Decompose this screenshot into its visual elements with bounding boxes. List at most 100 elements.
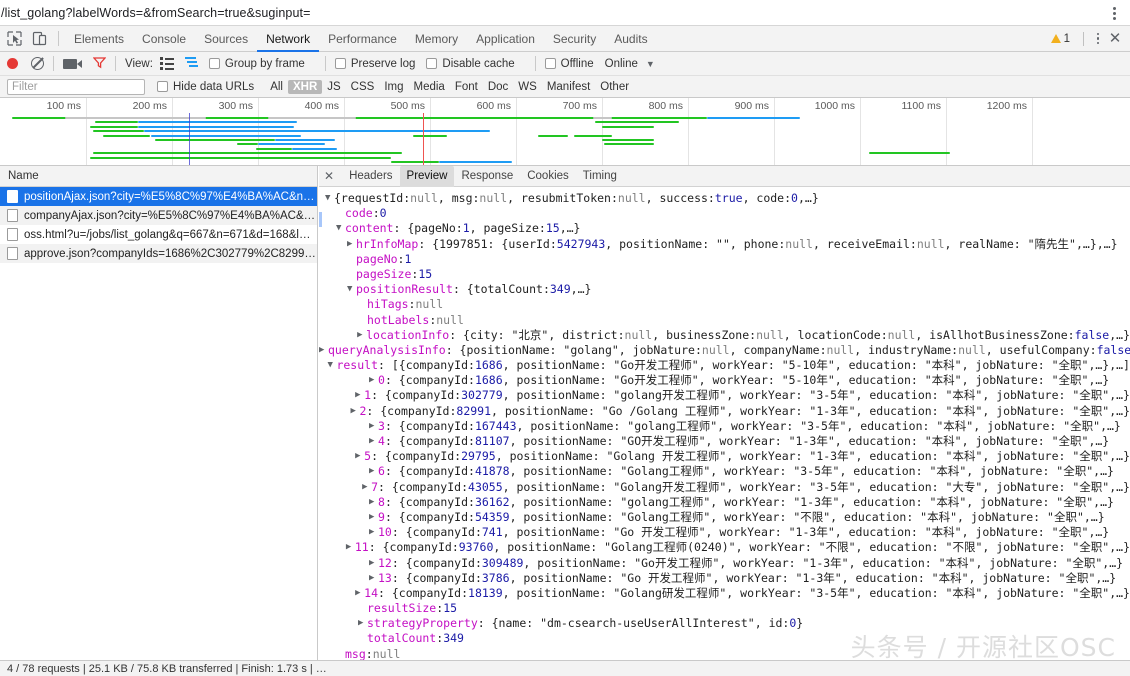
filter-type-media[interactable]: Media [409, 80, 450, 94]
json-line[interactable]: ▶ 0: {companyId: 1686, positionName: "Go开… [319, 373, 1130, 388]
tab-audits[interactable]: Audits [605, 26, 656, 52]
filter-type-img[interactable]: Img [379, 80, 408, 94]
filter-type-ws[interactable]: WS [513, 80, 542, 94]
url-text[interactable]: /list_golang?labelWords=&fromSearch=true… [0, 6, 310, 20]
json-line[interactable]: hiTags: null [319, 297, 1130, 312]
json-line[interactable]: ▶ hrInfoMap: {1997851: {userId: 5427943, … [319, 237, 1130, 252]
filter-type-doc[interactable]: Doc [483, 80, 513, 94]
json-line[interactable]: pageNo: 1 [319, 252, 1130, 267]
disclosure-triangle-icon[interactable]: ▶ [369, 571, 378, 586]
json-preview-viewer[interactable]: ▼ {requestId: null, msg: null, resubmitTo… [319, 187, 1130, 660]
kebab-menu-icon[interactable] [1106, 4, 1122, 22]
json-line[interactable]: ▶ queryAnalysisInfo: {positionName: "gola… [319, 343, 1130, 358]
disclosure-triangle-icon[interactable]: ▶ [355, 586, 364, 601]
hide-data-urls-checkbox[interactable]: Hide data URLs [157, 81, 265, 93]
tab-elements[interactable]: Elements [65, 26, 133, 52]
network-overview[interactable]: 100 ms 200 ms 300 ms 400 ms 500 ms 600 ms 700 … [0, 98, 1130, 166]
json-line[interactable]: ▶ 4: {companyId: 81107, positionName: "GO… [319, 434, 1130, 449]
json-line[interactable]: ▶ 12: {companyId: 309489, positionName: "… [319, 556, 1130, 571]
json-line[interactable]: ▶ strategyProperty: {name: "dm-csearch-us… [319, 616, 1130, 631]
disclosure-triangle-icon[interactable]: ▼ [336, 221, 345, 236]
checkbox-box[interactable] [544, 58, 556, 69]
inspect-element-icon[interactable] [6, 30, 23, 47]
tab-security[interactable]: Security [544, 26, 605, 52]
tab-console[interactable]: Console [133, 26, 195, 52]
json-line[interactable]: ▶ 11: {companyId: 93760, positionName: "G… [319, 540, 1130, 555]
disable-cache-checkbox[interactable]: Disable cache [426, 58, 525, 70]
disclosure-triangle-icon[interactable]: ▶ [355, 449, 364, 464]
close-detail-icon[interactable]: ✕ [324, 169, 334, 183]
capture-screenshots-icon[interactable] [63, 58, 82, 69]
json-line[interactable]: ▶ 14: {companyId: 18139, positionName: "G… [319, 586, 1130, 601]
group-by-frame-checkbox[interactable]: Group by frame [208, 58, 316, 70]
checkbox-box[interactable] [157, 81, 168, 92]
filter-type-other[interactable]: Other [595, 80, 634, 94]
filter-icon[interactable] [92, 56, 107, 72]
disclosure-triangle-icon[interactable]: ▼ [325, 191, 334, 206]
request-row[interactable]: oss.html?u=/jobs/list_golang&q=667&n=671… [0, 225, 317, 244]
tab-timing[interactable]: Timing [576, 166, 624, 187]
request-row[interactable]: positionAjax.json?city=%E5%8C%97%E4%BA%A… [0, 187, 317, 206]
disclosure-triangle-icon[interactable]: ▶ [369, 525, 378, 540]
device-toolbar-icon[interactable] [31, 30, 48, 47]
warning-count-badge[interactable]: 1 [1045, 33, 1076, 45]
request-row[interactable]: companyAjax.json?city=%E5%8C%97%E4%BA%AC… [0, 206, 317, 225]
json-line[interactable]: ▶ 3: {companyId: 167443, positionName: "g… [319, 419, 1130, 434]
json-line[interactable]: ▼ positionResult: {totalCount: 349,…} [319, 282, 1130, 297]
search-input[interactable] [7, 78, 145, 95]
tab-performance[interactable]: Performance [319, 26, 406, 52]
disclosure-triangle-icon[interactable]: ▶ [346, 540, 355, 555]
json-line[interactable]: ▶ 10: {companyId: 741, positionName: "Go … [319, 525, 1130, 540]
json-line[interactable]: ▶ 2: {companyId: 82991, positionName: "Go… [319, 404, 1130, 419]
disclosure-triangle-icon[interactable]: ▼ [347, 282, 356, 297]
json-line[interactable]: ▶ 5: {companyId: 29795, positionName: "Go… [319, 449, 1130, 464]
json-line[interactable]: ▶ 13: {companyId: 3786, positionName: "Go… [319, 571, 1130, 586]
throttling-value[interactable]: Online [605, 58, 638, 70]
filter-type-xhr[interactable]: XHR [287, 79, 323, 94]
json-line[interactable]: ▶ 7: {companyId: 43055, positionName: "Go… [319, 480, 1130, 495]
filter-type-all[interactable]: All [265, 80, 288, 94]
more-options-icon[interactable] [1091, 31, 1105, 47]
disclosure-triangle-icon[interactable]: ▶ [369, 373, 378, 388]
disclosure-triangle-icon[interactable]: ▶ [369, 434, 378, 449]
tab-memory[interactable]: Memory [406, 26, 467, 52]
json-line[interactable]: resultSize: 15 [319, 601, 1130, 616]
json-line[interactable]: pageSize: 15 [319, 267, 1130, 282]
json-line[interactable]: hotLabels: null [319, 313, 1130, 328]
disclosure-triangle-icon[interactable]: ▶ [358, 616, 367, 631]
request-row[interactable]: approve.json?companyIds=1686%2C302779%2C… [0, 244, 317, 263]
disclosure-triangle-icon[interactable]: ▶ [369, 419, 378, 434]
disclosure-triangle-icon[interactable]: ▶ [319, 343, 328, 358]
json-line[interactable]: code: 0 [319, 206, 1130, 221]
json-line[interactable]: ▶ 9: {companyId: 54359, positionName: "Go… [319, 510, 1130, 525]
checkbox-box[interactable] [334, 58, 346, 69]
json-line[interactable]: ▼ result: [{companyId: 1686, positionName… [319, 358, 1130, 373]
tab-cookies[interactable]: Cookies [520, 166, 576, 187]
close-devtools-icon[interactable]: ✕ [1107, 31, 1123, 46]
json-line[interactable]: ▶ 6: {companyId: 41878, positionName: "Go… [319, 464, 1130, 479]
offline-checkbox[interactable]: Offline [544, 58, 605, 70]
json-line[interactable]: totalCount: 349 [319, 631, 1130, 646]
disclosure-triangle-icon[interactable]: ▶ [362, 480, 371, 495]
tab-network[interactable]: Network [257, 26, 319, 52]
json-line[interactable]: ▶ 8: {companyId: 36162, positionName: "go… [319, 495, 1130, 510]
json-line[interactable]: ▶ 1: {companyId: 302779, positionName: "g… [319, 388, 1130, 403]
disclosure-triangle-icon[interactable]: ▶ [369, 464, 378, 479]
disclosure-triangle-icon[interactable]: ▶ [369, 495, 378, 510]
column-header-name[interactable]: Name [0, 166, 317, 187]
tab-response[interactable]: Response [454, 166, 520, 187]
tab-application[interactable]: Application [467, 26, 544, 52]
preserve-log-checkbox[interactable]: Preserve log [334, 58, 427, 70]
checkbox-box[interactable] [426, 58, 438, 69]
filter-type-css[interactable]: CSS [346, 80, 380, 94]
tab-sources[interactable]: Sources [195, 26, 257, 52]
json-line[interactable]: ▼ content: {pageNo: 1, pageSize: 15,…} [319, 221, 1130, 236]
checkbox-box[interactable] [208, 58, 220, 69]
chevron-down-icon[interactable]: ▼ [646, 59, 655, 69]
record-button[interactable] [7, 58, 18, 69]
disclosure-triangle-icon[interactable]: ▶ [369, 556, 378, 571]
disclosure-triangle-icon[interactable]: ▼ [327, 358, 336, 373]
disclosure-triangle-icon[interactable]: ▶ [357, 328, 366, 343]
list-view-icon[interactable] [159, 57, 174, 70]
disclosure-triangle-icon[interactable]: ▶ [355, 388, 364, 403]
